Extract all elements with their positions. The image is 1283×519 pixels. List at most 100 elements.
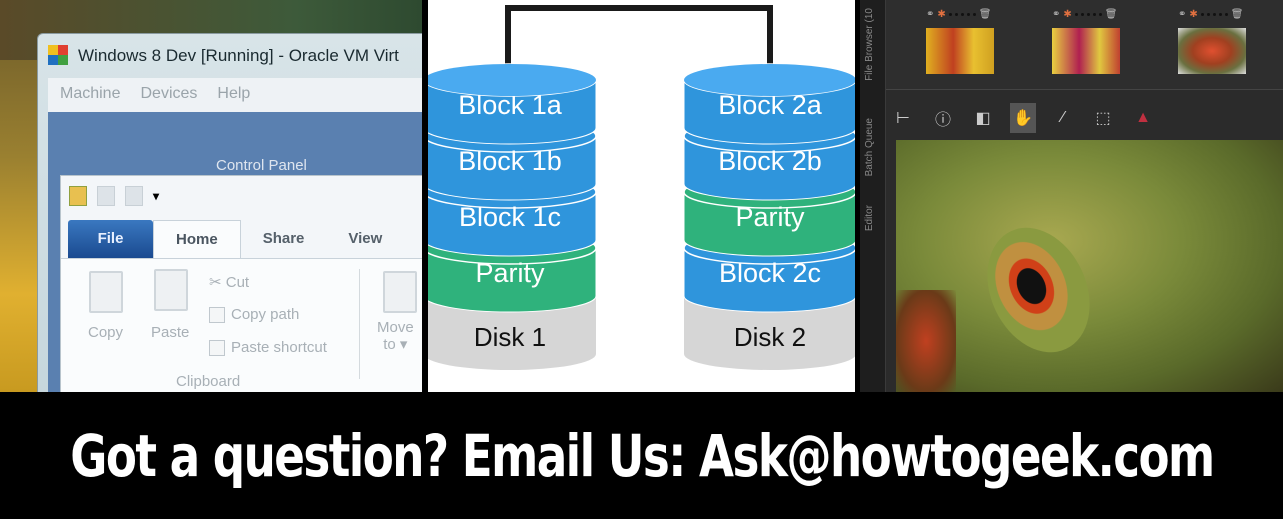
quick-access-toolbar: ▾ [61, 176, 422, 216]
thumbnail-controls: ⚭ ✱ 🗑 [1178, 6, 1246, 22]
trash-icon[interactable]: 🗑 [1231, 9, 1244, 20]
properties-icon[interactable] [97, 186, 115, 206]
fish-eye [967, 211, 1110, 369]
link-icon[interactable]: ⚭ [1052, 9, 1060, 20]
thumbnail[interactable]: ⚭ ✱ 🗑 [1178, 6, 1246, 74]
rating-star-icon[interactable] [1200, 12, 1204, 16]
menu-machine[interactable]: Machine [60, 85, 120, 105]
paste-shortcut-button[interactable]: Paste shortcut [209, 339, 327, 357]
rating-star-icon[interactable] [1098, 12, 1102, 16]
explorer-window: ▾ File Home Share View Copy Paste ✂ Cut … [60, 175, 422, 392]
reject-icon[interactable]: ✱ [1063, 9, 1071, 20]
filmstrip: ⚭ ✱ 🗑 ⚭ ✱ 🗑 ⚭ ✱ 🗑 [886, 0, 1283, 90]
cut-button[interactable]: ✂ Cut [209, 273, 249, 291]
disk-label: Disk 1 [474, 322, 546, 352]
straighten-icon[interactable]: ⁄ [1050, 103, 1076, 133]
tab-share[interactable]: Share [241, 220, 327, 258]
customize-dropdown-icon[interactable]: ▾ [153, 189, 159, 203]
link-icon[interactable]: ⚭ [926, 9, 934, 20]
address-bar[interactable]: Control Panel [216, 157, 307, 174]
disk-1: Disk 1ParityBlock 1cBlock 1bBlock 1a [428, 63, 597, 370]
copy-path-icon [209, 307, 225, 324]
selection-icon[interactable]: ⬚ [1090, 103, 1116, 133]
tab-file[interactable]: File [68, 220, 153, 258]
block-label: Block 1b [458, 146, 562, 176]
banner-text: Got a question? Email Us: Ask@howtogeek.… [69, 421, 1215, 490]
photo-editor-screenshot: File Browser (10 Batch Queue Editor ⚭ ✱ 🗑 ⚭… [860, 0, 1283, 392]
copy-button[interactable]: Copy [88, 324, 123, 341]
trash-icon[interactable]: 🗑 [1105, 9, 1118, 20]
cut-label: Cut [225, 274, 250, 291]
paste-icon [154, 269, 188, 311]
tab-editor[interactable]: Editor [864, 205, 875, 231]
rating-star-icon[interactable] [966, 12, 970, 16]
tab-view[interactable]: View [326, 220, 404, 258]
block-label: Parity [735, 202, 805, 232]
rating-star-icon[interactable] [1092, 12, 1096, 16]
ribbon: Copy Paste ✂ Cut Copy path Paste shortcu… [61, 258, 422, 392]
raid-diagram: Disk 1 Parity Block 1c Block 1b Block 1a Dis… [428, 0, 855, 392]
reject-icon[interactable]: ✱ [937, 9, 945, 20]
thumbnail-image[interactable] [926, 28, 994, 74]
thumbnail-image[interactable] [1178, 28, 1246, 74]
copy-path-button[interactable]: Copy path [209, 306, 300, 324]
image-region [896, 290, 956, 392]
move-to-icon [383, 271, 417, 313]
menu-help[interactable]: Help [217, 85, 250, 105]
block-label: Block 2c [719, 258, 821, 288]
disk-label: Disk 2 [734, 322, 806, 352]
menu-bar: Machine Devices Help [48, 78, 422, 112]
virtualbox-icon [48, 45, 68, 65]
copy-path-label: Copy path [231, 306, 300, 323]
link-icon[interactable]: ⚭ [1178, 9, 1186, 20]
rating-star-icon[interactable] [1212, 12, 1216, 16]
info-icon[interactable]: ⓘ [930, 103, 956, 133]
rating-star-icon[interactable] [1206, 12, 1210, 16]
new-folder-icon[interactable] [125, 186, 143, 206]
side-panel: File Browser (10 Batch Queue Editor [860, 0, 886, 392]
copy-icon [89, 271, 123, 313]
compare-icon[interactable]: ◧ [970, 103, 996, 133]
rating-star-icon[interactable] [1218, 12, 1222, 16]
disk-top [428, 64, 596, 96]
virtualbox-screenshot: Windows 8 Dev [Running] - Oracle VM Virt… [0, 0, 422, 392]
preview-image [896, 140, 1283, 392]
tab-file-browser[interactable]: File Browser (10 [864, 8, 875, 81]
rating-star-icon[interactable] [954, 12, 958, 16]
banner: Got a question? Email Us: Ask@howtogeek.… [0, 392, 1283, 519]
rating-star-icon[interactable] [1086, 12, 1090, 16]
scissors-icon: ✂ [209, 274, 226, 291]
window-title: Windows 8 Dev [Running] - Oracle VM Virt [78, 46, 399, 65]
editor-toolbar: ⊢ ⓘ ◧ ✋ ⁄ ⬚ ▲ [890, 103, 1156, 133]
disk-top [684, 64, 855, 96]
move-to-label: Move [377, 319, 414, 336]
thumbnail[interactable]: ⚭ ✱ 🗑 [1052, 6, 1120, 74]
group-divider [359, 269, 360, 379]
hand-icon[interactable]: ✋ [1010, 103, 1036, 133]
thumbnail-controls: ⚭ ✱ 🗑 [1052, 6, 1120, 22]
rating-star-icon[interactable] [1224, 12, 1228, 16]
rating-star-icon[interactable] [972, 12, 976, 16]
trash-icon[interactable]: 🗑 [979, 9, 992, 20]
thumbnail-image[interactable] [1052, 28, 1120, 74]
tab-batch-queue[interactable]: Batch Queue [864, 118, 875, 176]
menu-devices[interactable]: Devices [140, 85, 197, 105]
paste-shortcut-icon [209, 340, 225, 357]
disk-2: Disk 2Block 2cParityBlock 2bBlock 2a [683, 63, 855, 370]
rating-star-icon[interactable] [1080, 12, 1084, 16]
color-icon[interactable]: ▲ [1130, 103, 1156, 133]
tab-home[interactable]: Home [153, 220, 241, 258]
move-to-button[interactable]: Move to ▾ [377, 319, 414, 353]
rating-star-icon[interactable] [960, 12, 964, 16]
raid-svg: Disk 1ParityBlock 1cBlock 1bBlock 1a Dis… [428, 5, 855, 370]
rating-star-icon[interactable] [948, 12, 952, 16]
block-label: Parity [475, 258, 545, 288]
thumbnail[interactable]: ⚭ ✱ 🗑 [926, 6, 994, 74]
crop-icon[interactable]: ⊢ [890, 103, 916, 133]
reject-icon[interactable]: ✱ [1189, 9, 1197, 20]
paste-button[interactable]: Paste [151, 324, 189, 341]
paste-shortcut-label: Paste shortcut [231, 339, 327, 356]
folder-icon [69, 186, 87, 206]
clipboard-group-label: Clipboard [176, 373, 241, 390]
rating-star-icon[interactable] [1074, 12, 1078, 16]
